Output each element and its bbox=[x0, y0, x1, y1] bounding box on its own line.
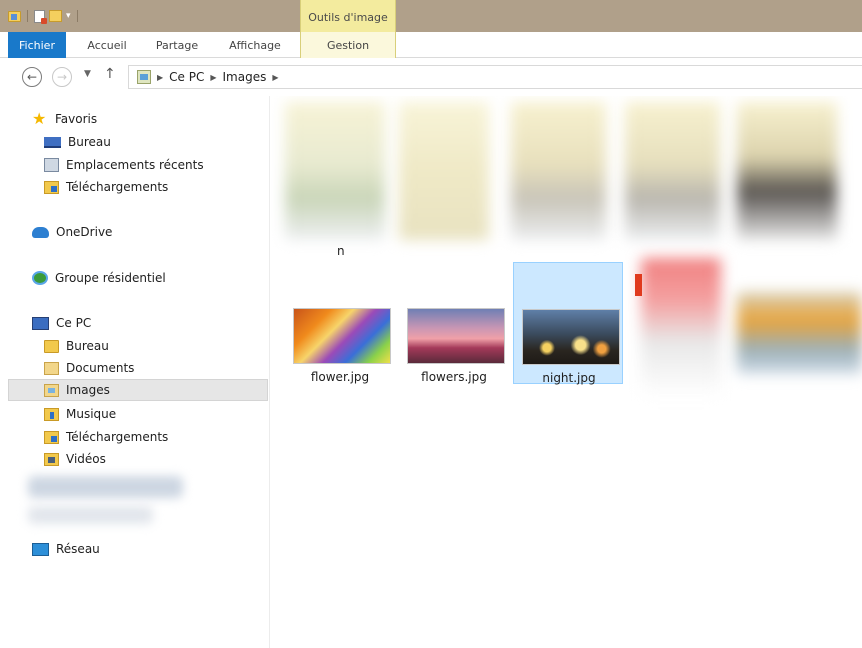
back-button[interactable]: ← bbox=[22, 67, 42, 87]
sidebar-item-bureau[interactable]: Bureau bbox=[44, 335, 109, 357]
file-view[interactable]: n flower.jpg flowers.jpg night.jpg bbox=[271, 96, 862, 648]
sidebar-item-label: Vidéos bbox=[66, 452, 106, 466]
file-item-night[interactable]: night.jpg bbox=[513, 262, 623, 385]
recent-places-icon bbox=[44, 158, 59, 172]
breadcrumb-separator-icon[interactable]: ▶ bbox=[210, 73, 216, 82]
sidebar-item-reseau[interactable]: Réseau bbox=[32, 538, 100, 560]
image-thumbnail bbox=[522, 309, 620, 365]
sidebar-item-label: Bureau bbox=[68, 135, 111, 149]
tab-accueil[interactable]: Accueil bbox=[80, 32, 134, 58]
tab-gestion[interactable]: Gestion bbox=[300, 32, 396, 58]
pictures-library-icon bbox=[137, 70, 151, 84]
network-icon bbox=[32, 542, 49, 556]
sidebar-item-label: OneDrive bbox=[56, 225, 113, 239]
title-bar: ▾ Outils d'image bbox=[0, 0, 862, 32]
file-label: n bbox=[337, 244, 345, 258]
contextual-group-image-tools: Outils d'image bbox=[300, 0, 396, 32]
sidebar-item-label: Réseau bbox=[56, 542, 100, 556]
tab-fichier[interactable]: Fichier bbox=[8, 32, 66, 58]
image-thumbnail bbox=[407, 308, 505, 364]
red-marker-icon bbox=[635, 274, 642, 296]
file-item-flower[interactable]: flower.jpg bbox=[285, 262, 395, 384]
sidebar-item-documents[interactable]: Documents bbox=[44, 357, 134, 379]
arrow-right-icon: → bbox=[56, 70, 68, 84]
separator bbox=[27, 10, 28, 22]
desktop-icon bbox=[44, 136, 61, 148]
arrow-up-icon: ↑ bbox=[104, 66, 116, 82]
navigation-pane: ★ Favoris Bureau Emplacements récents Té… bbox=[0, 96, 270, 648]
sidebar-item-emplacements-recents[interactable]: Emplacements récents bbox=[44, 154, 204, 176]
forward-button[interactable]: → bbox=[52, 67, 72, 87]
blurred-file-thumbnail[interactable] bbox=[737, 292, 862, 374]
up-button[interactable]: ↑ bbox=[104, 66, 116, 82]
sidebar-item-label: Bureau bbox=[66, 339, 109, 353]
arrow-left-icon: ← bbox=[26, 70, 38, 84]
star-icon: ★ bbox=[32, 109, 47, 128]
blurred-folder-thumbnail[interactable] bbox=[511, 102, 606, 240]
sidebar-item-label: Images bbox=[66, 383, 110, 397]
redacted-drive-entry bbox=[28, 476, 183, 498]
blurred-folder-thumbnail[interactable] bbox=[285, 102, 385, 240]
address-bar[interactable]: ▶ Ce PC ▶ Images ▶ bbox=[128, 65, 862, 89]
properties-icon[interactable] bbox=[34, 9, 47, 24]
file-item-flowers[interactable]: flowers.jpg bbox=[399, 262, 509, 384]
sidebar-item-label: Groupe résidentiel bbox=[55, 271, 166, 285]
chevron-down-icon: ▼ bbox=[84, 69, 91, 79]
sidebar-item-label: Téléchargements bbox=[66, 180, 169, 194]
images-icon bbox=[44, 383, 59, 397]
sidebar-item-label: Ce PC bbox=[56, 316, 92, 330]
recent-locations-button[interactable]: ▼ bbox=[84, 69, 91, 79]
blurred-folder-thumbnail[interactable] bbox=[399, 102, 489, 240]
breadcrumb-separator-icon[interactable]: ▶ bbox=[157, 73, 163, 82]
sidebar-item-label: Documents bbox=[66, 361, 135, 375]
downloads-icon bbox=[44, 430, 59, 444]
downloads-icon bbox=[44, 180, 59, 194]
image-thumbnail bbox=[293, 308, 391, 364]
sidebar-item-ce-pc[interactable]: Ce PC bbox=[32, 312, 91, 334]
new-folder-icon[interactable] bbox=[49, 10, 62, 22]
sidebar-item-bureau-favorite[interactable]: Bureau bbox=[44, 131, 111, 153]
computer-icon bbox=[32, 316, 49, 330]
sidebar-item-label: Musique bbox=[66, 407, 117, 421]
blurred-folder-thumbnail[interactable] bbox=[737, 102, 837, 240]
separator bbox=[76, 10, 78, 22]
breadcrumb-ce-pc[interactable]: Ce PC bbox=[169, 70, 204, 84]
explorer-app-icon[interactable] bbox=[8, 10, 21, 22]
breadcrumb-separator-icon[interactable]: ▶ bbox=[272, 73, 278, 82]
sidebar-item-groupe-residentiel[interactable]: Groupe résidentiel bbox=[32, 267, 166, 289]
customize-toolbar-icon[interactable]: ▾ bbox=[66, 11, 71, 21]
blurred-file-thumbnail[interactable] bbox=[641, 258, 721, 398]
navigation-bar: ← → ▼ ↑ ▶ Ce PC ▶ Images ▶ bbox=[0, 58, 862, 96]
sidebar-item-images[interactable]: Images bbox=[8, 379, 268, 401]
file-name: night.jpg bbox=[542, 371, 596, 385]
file-name: flowers.jpg bbox=[421, 370, 487, 384]
cloud-icon bbox=[32, 226, 49, 238]
sidebar-item-label: Favoris bbox=[55, 112, 98, 126]
ribbon-tabs: Fichier Accueil Partage Affichage Gestio… bbox=[0, 32, 862, 58]
folder-icon bbox=[44, 339, 59, 353]
music-icon bbox=[44, 407, 59, 421]
videos-icon bbox=[44, 452, 59, 466]
file-name: flower.jpg bbox=[310, 370, 370, 384]
sidebar-item-telechargements[interactable]: Téléchargements bbox=[44, 426, 168, 448]
quick-access-toolbar: ▾ bbox=[8, 8, 80, 24]
tab-affichage[interactable]: Affichage bbox=[222, 32, 288, 58]
sidebar-item-label: Téléchargements bbox=[66, 430, 169, 444]
sidebar-item-telechargements-favorite[interactable]: Téléchargements bbox=[44, 176, 168, 198]
breadcrumb-images[interactable]: Images bbox=[223, 70, 267, 84]
sidebar-item-videos[interactable]: Vidéos bbox=[44, 448, 106, 470]
blurred-folder-thumbnail[interactable] bbox=[625, 102, 720, 240]
sidebar-item-musique[interactable]: Musique bbox=[44, 403, 116, 425]
sidebar-item-label: Emplacements récents bbox=[66, 158, 204, 172]
homegroup-icon bbox=[32, 271, 48, 285]
sidebar-item-favoris[interactable]: ★ Favoris bbox=[32, 108, 97, 130]
tab-partage[interactable]: Partage bbox=[150, 32, 204, 58]
documents-icon bbox=[44, 361, 59, 375]
sidebar-item-onedrive[interactable]: OneDrive bbox=[32, 221, 112, 243]
redacted-drive-entry bbox=[28, 506, 153, 524]
